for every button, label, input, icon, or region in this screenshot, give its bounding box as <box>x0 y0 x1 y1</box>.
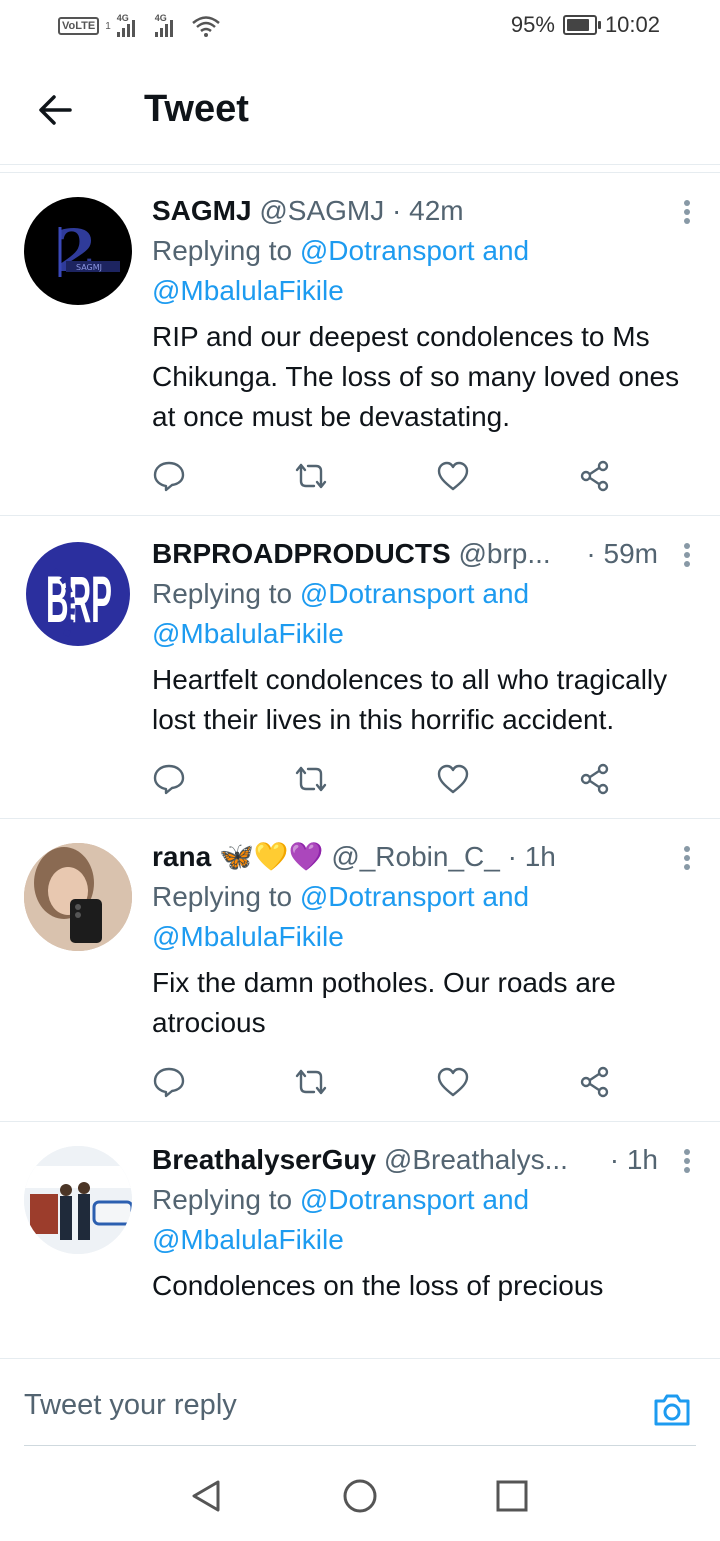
retweet-icon[interactable] <box>294 762 328 796</box>
tweet-time: · 1h <box>609 1144 658 1175</box>
page-title: Tweet <box>144 88 249 130</box>
reply-composer[interactable]: Tweet your reply <box>0 1358 720 1447</box>
mention-link[interactable]: @MbalulaFikile <box>152 1224 344 1255</box>
tweet-item[interactable]: rana 🦋💛💜 @_Robin_C_ · 1h Replying to @Do… <box>0 819 720 1122</box>
replying-prefix: Replying to <box>152 578 300 609</box>
mention-link[interactable]: @MbalulaFikile <box>152 618 344 649</box>
replying-prefix: Replying to <box>152 235 300 266</box>
mention-link[interactable]: @Dotransport and <box>300 578 529 609</box>
retweet-icon[interactable] <box>294 1065 328 1099</box>
author-name[interactable]: BreathalyserGuy <box>152 1144 376 1175</box>
tweet-item[interactable]: BRP BRPROADPRODUCTS @brp... · 59m Replyi… <box>0 516 720 819</box>
reply-icon[interactable] <box>152 1065 186 1099</box>
tweet-body: BreathalyserGuy @Breathalys... · 1h Repl… <box>152 1122 720 1306</box>
tweet-text: Fix the damn potholes. Our roads are atr… <box>152 967 616 1038</box>
more-options-icon[interactable] <box>684 1146 692 1176</box>
tweet-header: BreathalyserGuy @Breathalys... · 1h <box>152 1140 690 1180</box>
like-icon[interactable] <box>436 459 470 493</box>
more-options-icon[interactable] <box>684 843 692 873</box>
reply-feed[interactable]: 2 SAGMJ SAGMJ @SAGMJ · 42m Replying to @… <box>0 172 720 1359</box>
replying-prefix: Replying to <box>152 1184 300 1215</box>
signal-icon: 4G <box>116 13 143 37</box>
tweet-actions <box>152 437 612 515</box>
replying-to: Replying to @Dotransport and @MbalulaFik… <box>152 877 690 957</box>
battery-icon <box>562 15 601 35</box>
author-name[interactable]: BRPROADPRODUCTS <box>152 538 451 569</box>
more-options-icon[interactable] <box>684 540 692 570</box>
avatar[interactable] <box>24 843 132 951</box>
tweet-body: rana 🦋💛💜 @_Robin_C_ · 1h Replying to @Do… <box>152 819 720 1121</box>
tweet-text: RIP and our deepest condolences to Ms Ch… <box>152 321 680 432</box>
svg-text:2: 2 <box>56 217 96 285</box>
tweet-text: Condolences on the loss of precious <box>152 1270 604 1301</box>
camera-icon[interactable] <box>652 1389 692 1429</box>
tweet-time: · 59m <box>586 538 658 569</box>
replying-to: Replying to @Dotransport and @MbalulaFik… <box>152 1180 690 1260</box>
reply-icon[interactable] <box>152 762 186 796</box>
top-header: Tweet <box>0 54 720 165</box>
mention-link[interactable]: @Dotransport and <box>300 1184 529 1215</box>
nav-home-icon[interactable] <box>342 1478 378 1514</box>
tweet-body: SAGMJ @SAGMJ · 42m Replying to @Dotransp… <box>152 173 720 515</box>
replying-to: Replying to @Dotransport and @MbalulaFik… <box>152 574 690 654</box>
status-bar: VoLTE 1 4G 4G 95% 10:02 <box>0 0 720 54</box>
tweet-item[interactable]: BreathalyserGuy @Breathalys... · 1h Repl… <box>0 1122 720 1306</box>
wifi-icon <box>191 16 220 37</box>
mention-link[interactable]: @MbalulaFikile <box>152 275 344 306</box>
tweet-header: SAGMJ @SAGMJ · 42m <box>152 191 690 231</box>
tweet-text: Heartfelt condolences to all who tragica… <box>152 664 668 735</box>
nav-recents-icon[interactable] <box>494 1478 530 1514</box>
tweet-time: · 1h <box>507 841 556 872</box>
clock: 10:02 <box>604 12 660 37</box>
share-icon[interactable] <box>578 1065 612 1099</box>
status-left: VoLTE 1 4G 4G <box>58 13 221 38</box>
reply-input[interactable]: Tweet your reply <box>24 1389 237 1422</box>
mention-link[interactable]: @MbalulaFikile <box>152 921 344 952</box>
mention-link[interactable]: @Dotransport and <box>300 881 529 912</box>
status-right: 95% 10:02 <box>511 12 660 38</box>
share-icon[interactable] <box>578 762 612 796</box>
battery-percent: 95% <box>510 12 555 37</box>
like-icon[interactable] <box>436 762 470 796</box>
author-handle[interactable]: @SAGMJ <box>259 195 384 226</box>
sim-number: 1 <box>105 20 111 32</box>
like-icon[interactable] <box>436 1065 470 1099</box>
tweet-time: · 42m <box>392 195 464 226</box>
tweet-body: BRPROADPRODUCTS @brp... · 59m Replying t… <box>152 516 720 818</box>
tweet-header: BRPROADPRODUCTS @brp... · 59m <box>152 534 690 574</box>
signal-icon-2: 4G <box>154 13 181 37</box>
retweet-icon[interactable] <box>294 459 328 493</box>
mention-link[interactable]: @Dotransport and <box>300 235 529 266</box>
tweet-item[interactable]: 2 SAGMJ SAGMJ @SAGMJ · 42m Replying to @… <box>0 173 720 516</box>
system-nav-bar <box>0 1446 720 1541</box>
volte-badge: VoLTE <box>58 17 100 35</box>
avatar-logo-text: SAGMJ <box>76 263 102 272</box>
tweet-actions <box>152 1043 612 1121</box>
avatar[interactable]: 2 SAGMJ <box>24 197 132 305</box>
avatar[interactable]: BRP <box>24 540 132 648</box>
author-handle[interactable]: @_Robin_C_ <box>331 841 500 872</box>
author-name[interactable]: SAGMJ <box>152 195 252 226</box>
tweet-header: rana 🦋💛💜 @_Robin_C_ · 1h <box>152 837 690 877</box>
back-arrow-icon[interactable] <box>36 90 76 130</box>
author-handle[interactable]: @Breathalys... <box>384 1144 568 1175</box>
avatar[interactable] <box>24 1146 132 1254</box>
more-options-icon[interactable] <box>684 197 692 227</box>
author-handle[interactable]: @brp... <box>458 538 550 569</box>
replying-prefix: Replying to <box>152 881 300 912</box>
reply-icon[interactable] <box>152 459 186 493</box>
name-emoji: 🦋💛💜 <box>218 841 324 872</box>
share-icon[interactable] <box>578 459 612 493</box>
replying-to: Replying to @Dotransport and @MbalulaFik… <box>152 231 690 311</box>
nav-back-icon[interactable] <box>188 1478 224 1514</box>
tweet-actions <box>152 740 612 818</box>
author-name[interactable]: rana <box>152 841 211 872</box>
